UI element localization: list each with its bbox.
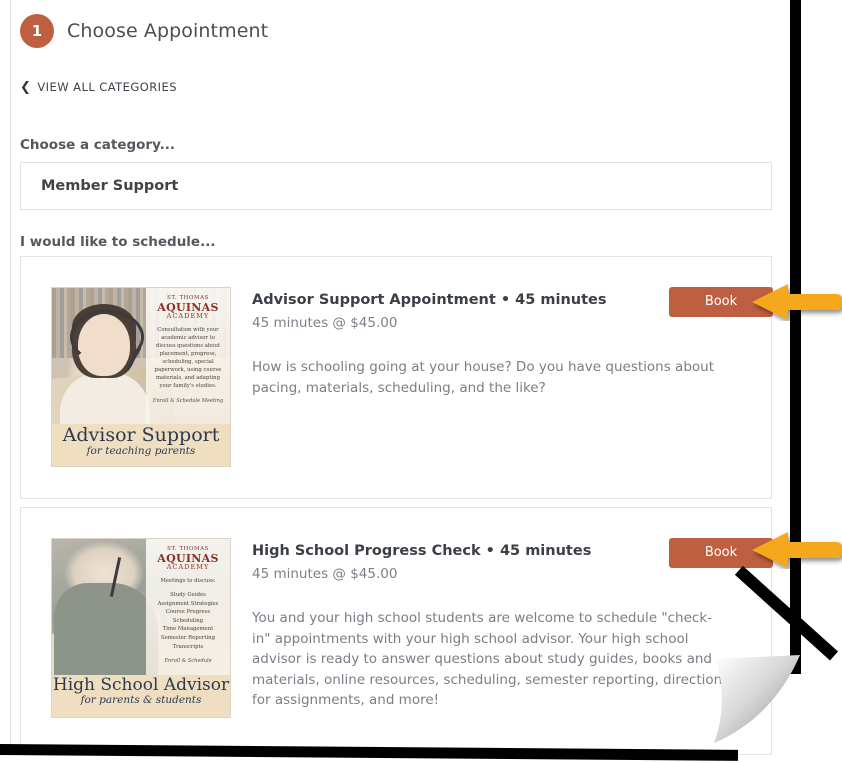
appointment-flyer-thumbnail: ST. THOMAS AQUINAS ACADEMY Consultation … xyxy=(51,287,231,467)
category-select[interactable]: Member Support xyxy=(20,162,772,210)
flyer-footer-text: Enroll & Schedule Meeting xyxy=(152,397,224,404)
step-number-badge: 1 xyxy=(20,14,54,48)
flyer-band-title: Advisor Support xyxy=(62,424,220,446)
appointment-duration-price: 45 minutes @ $45.00 xyxy=(252,565,398,582)
book-button[interactable]: Book xyxy=(669,287,773,317)
step-header: 1 Choose Appointment xyxy=(20,14,268,48)
flyer-body-text: Consultation with your academic advisor … xyxy=(154,327,222,389)
book-button[interactable]: Book xyxy=(669,538,773,568)
page-border-right xyxy=(790,0,801,674)
appointment-duration-price: 45 minutes @ $45.00 xyxy=(252,314,398,331)
page-curl-graphic xyxy=(714,655,800,743)
flyer-brand-line-3: ACADEMY xyxy=(166,312,210,321)
flyer-band-subtitle: for parents & students xyxy=(80,693,202,706)
category-selected-value: Member Support xyxy=(41,178,179,194)
choose-category-label: Choose a category... xyxy=(20,137,176,153)
flyer-band-subtitle: for teaching parents xyxy=(86,444,196,457)
appointment-card[interactable]: ST. THOMAS AQUINAS ACADEMY Meetings to d… xyxy=(20,507,773,755)
flyer-footer-text: Enroll & Schedule xyxy=(164,658,212,665)
appointment-description: How is schooling going at your house? Do… xyxy=(252,359,714,396)
appointment-card[interactable]: ST. THOMAS AQUINAS ACADEMY Consultation … xyxy=(20,256,773,499)
flyer-body-text: Meetings to discuss: xyxy=(160,578,216,585)
flyer-band-title: High School Advisor xyxy=(52,675,230,695)
view-all-categories-label: VIEW ALL CATEGORIES xyxy=(37,80,177,94)
appointment-flyer-thumbnail: ST. THOMAS AQUINAS ACADEMY Meetings to d… xyxy=(51,538,231,718)
booking-page-content: 1 Choose Appointment ❮ VIEW ALL CATEGORI… xyxy=(0,0,790,763)
flyer-brand-line-3: ACADEMY xyxy=(166,563,210,572)
schedule-section-label: I would like to schedule... xyxy=(20,234,216,250)
view-all-categories-link[interactable]: ❮ VIEW ALL CATEGORIES xyxy=(20,80,177,94)
appointment-description: You and your high school students are we… xyxy=(252,610,730,709)
flyer-topic-list: Study Guides Assignment Strategies Cours… xyxy=(157,592,219,650)
page-title: Choose Appointment xyxy=(67,20,269,42)
chevron-left-icon: ❮ xyxy=(20,79,32,95)
